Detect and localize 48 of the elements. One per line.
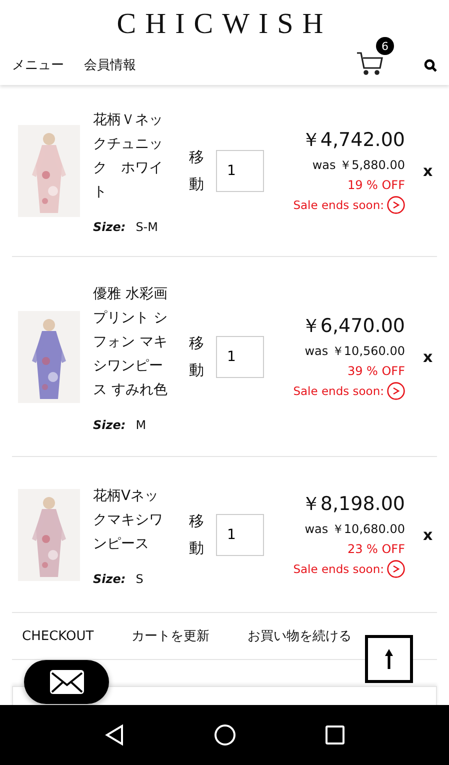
recents-icon[interactable] bbox=[324, 725, 345, 745]
cart-icon[interactable] bbox=[356, 51, 384, 75]
size-label: Size: bbox=[93, 572, 126, 586]
scroll-top-button[interactable] bbox=[365, 635, 413, 683]
discount: 19 % OFF bbox=[347, 178, 405, 192]
chevron-icon[interactable] bbox=[387, 560, 405, 578]
quantity-field[interactable]: 1 bbox=[216, 514, 264, 556]
size-label: Size: bbox=[93, 220, 126, 234]
up-arrow-icon bbox=[384, 648, 394, 670]
size-value: S bbox=[136, 572, 144, 586]
sale-notice: Sale ends soon: bbox=[293, 562, 384, 576]
product-name[interactable]: 花柄Vネックマキシワンピース bbox=[93, 484, 169, 556]
product-name[interactable]: 花柄Ｖネックチュニック ホワイト bbox=[93, 108, 169, 204]
search-icon[interactable] bbox=[424, 58, 437, 72]
quantity-field[interactable]: 1 bbox=[216, 150, 264, 192]
discount: 39 % OFF bbox=[347, 364, 405, 378]
sale-notice: Sale ends soon: bbox=[293, 384, 384, 398]
size-label: Size: bbox=[93, 418, 126, 432]
product-name[interactable]: 優雅 水彩画プリント シフォン マキシワンピース すみれ色 bbox=[93, 282, 169, 402]
price: ￥6,470.00 bbox=[301, 314, 405, 339]
price: ￥8,198.00 bbox=[301, 492, 405, 517]
discount: 23 % OFF bbox=[347, 542, 405, 556]
action-link[interactable]: カートを更新 bbox=[132, 627, 210, 645]
nav-link[interactable]: 会員情報 bbox=[84, 56, 136, 74]
remove-button[interactable]: x bbox=[423, 526, 433, 544]
cart-count-badge: 6 bbox=[376, 37, 394, 55]
chevron-icon[interactable] bbox=[387, 382, 405, 400]
quantity-field[interactable]: 1 bbox=[216, 336, 264, 378]
home-icon[interactable] bbox=[214, 724, 236, 746]
sale-notice: Sale ends soon: bbox=[293, 198, 384, 212]
size-value: M bbox=[136, 418, 146, 432]
logo[interactable]: CHICWISH bbox=[116, 8, 332, 41]
nav-link[interactable]: メニュー bbox=[12, 56, 64, 74]
action-link[interactable]: CHECKOUT bbox=[22, 628, 94, 644]
remove-button[interactable]: x bbox=[423, 348, 433, 366]
original-price: was ￥10,560.00 bbox=[304, 343, 405, 360]
move-link[interactable]: 移動 bbox=[189, 508, 204, 562]
move-link[interactable]: 移動 bbox=[189, 330, 204, 384]
mail-button[interactable] bbox=[24, 660, 109, 704]
original-price: was ￥10,680.00 bbox=[304, 521, 405, 538]
original-price: was ￥5,880.00 bbox=[312, 157, 405, 174]
envelope-icon bbox=[48, 669, 84, 695]
chevron-icon[interactable] bbox=[387, 196, 405, 214]
action-link[interactable]: お買い物を続ける bbox=[248, 627, 352, 645]
size-value: S-M bbox=[136, 220, 158, 234]
remove-button[interactable]: x bbox=[423, 162, 433, 180]
price: ￥4,742.00 bbox=[301, 128, 405, 153]
move-link[interactable]: 移動 bbox=[189, 144, 204, 198]
